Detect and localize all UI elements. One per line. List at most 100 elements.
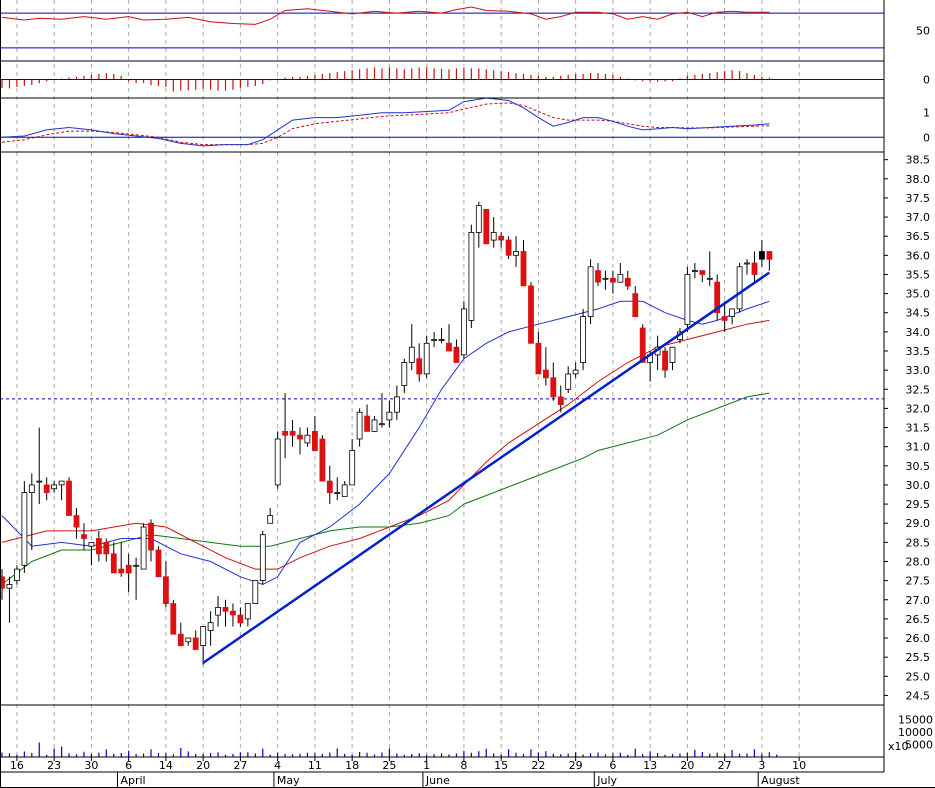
- day-tick-label: 20: [196, 759, 210, 772]
- candle-body: [6, 584, 13, 589]
- candle-body: [282, 430, 289, 436]
- candle-body: [595, 270, 601, 283]
- candle-body: [572, 369, 579, 375]
- candle-body: [103, 542, 110, 555]
- day-tick-label: 25: [382, 759, 396, 772]
- candle-body: [744, 262, 750, 265]
- candle-body: [729, 308, 735, 317]
- candle-body: [505, 239, 512, 256]
- candle-body: [550, 377, 557, 398]
- candle-body: [416, 358, 423, 375]
- candle-body: [88, 542, 95, 547]
- day-tick-label: 6: [609, 759, 616, 772]
- day-tick-label: 27: [718, 759, 732, 772]
- price-tick-label: 36.0: [906, 249, 931, 262]
- price-tick-label: 33.0: [906, 364, 931, 377]
- candle-body: [498, 235, 505, 241]
- day-tick-label: 27: [233, 759, 247, 772]
- rsi-tick-label: 50: [916, 25, 930, 38]
- candle-body: [699, 270, 706, 275]
- price-tick-label: 28.0: [906, 555, 931, 568]
- candle-body: [386, 411, 393, 421]
- day-tick-label: 3: [758, 759, 765, 772]
- price-tick-label: 31.5: [906, 422, 931, 435]
- price-tick-label: 28.5: [906, 536, 931, 549]
- candle-body: [81, 534, 87, 539]
- price-tick-label: 29.0: [906, 517, 931, 530]
- candle-body: [490, 231, 497, 241]
- candle-body: [51, 484, 57, 490]
- candle-body: [237, 614, 244, 624]
- candle-body: [446, 342, 452, 352]
- candle-body: [356, 411, 363, 440]
- candle-body: [460, 308, 467, 356]
- candle-body: [28, 484, 35, 493]
- price-tick-label: 26.0: [906, 632, 931, 645]
- candle-body: [73, 515, 80, 528]
- candle-body: [662, 350, 668, 371]
- day-tick-label: 18: [345, 759, 359, 772]
- price-tick-label: 32.5: [906, 383, 931, 396]
- price-tick-label: 29.5: [906, 498, 931, 511]
- day-tick-label: 6: [125, 759, 132, 772]
- candle-body: [170, 603, 177, 635]
- volume-tick-label: 15000: [898, 714, 933, 727]
- candle-body: [624, 277, 631, 287]
- price-tick-label: 25.5: [906, 651, 931, 664]
- price-tick-label: 38.5: [906, 154, 931, 167]
- candle-body: [580, 316, 586, 363]
- macd-tick-label: 0: [923, 131, 930, 144]
- candle-body: [289, 430, 296, 436]
- candle-body: [587, 266, 594, 317]
- candle-body: [513, 251, 519, 256]
- stock-chart: 50 0 10 24.525.025.526.026.527.027.528.0…: [0, 0, 935, 788]
- candle-body: [766, 251, 773, 260]
- price-tick-label: 26.5: [906, 613, 931, 626]
- candle-body: [378, 423, 385, 426]
- candle-body: [736, 266, 743, 310]
- candle-body: [43, 484, 50, 493]
- candle-body: [140, 526, 147, 570]
- month-label: August: [761, 774, 800, 787]
- candle-body: [557, 396, 564, 405]
- candle-body: [371, 419, 378, 432]
- candle-body: [565, 373, 572, 390]
- candle-body: [311, 430, 318, 451]
- candle-body: [706, 277, 713, 280]
- price-tick-label: 31.0: [906, 441, 931, 454]
- histogram-tick-label: 0: [923, 74, 930, 87]
- day-tick-label: 30: [84, 759, 98, 772]
- day-tick-label: 11: [308, 759, 322, 772]
- macd-tick-label: 1: [923, 107, 930, 120]
- candle-body: [453, 346, 460, 363]
- candle-body: [96, 538, 102, 555]
- candle-body: [215, 607, 222, 616]
- candle-body: [259, 534, 266, 582]
- day-tick-label: 15: [494, 759, 508, 772]
- candle-body: [468, 231, 475, 321]
- month-label: July: [596, 774, 617, 787]
- price-tick-label: 30.5: [906, 460, 931, 473]
- candle-body: [267, 515, 274, 524]
- day-tick-label: 1: [423, 759, 430, 772]
- candle-body: [692, 270, 698, 273]
- volume-tick-label: 10000: [898, 726, 933, 739]
- price-tick-label: 35.0: [906, 288, 931, 301]
- volume-multiplier-label: x10: [888, 740, 909, 753]
- day-tick-label: 13: [643, 759, 657, 772]
- day-tick-label: 10: [792, 759, 806, 772]
- candle-body: [401, 362, 408, 386]
- candle-body: [58, 480, 65, 486]
- candle-body: [393, 396, 400, 413]
- chart-background: [0, 0, 935, 788]
- candle-body: [684, 274, 691, 325]
- candle-body: [133, 564, 140, 567]
- candle-body: [602, 277, 609, 280]
- price-tick-label: 36.5: [906, 230, 931, 243]
- candle-body: [319, 438, 326, 482]
- candle-body: [162, 576, 169, 604]
- price-tick-label: 27.0: [906, 594, 931, 607]
- candle-body: [326, 480, 333, 494]
- candle-body: [475, 205, 482, 233]
- price-tick-label: 33.5: [906, 345, 931, 358]
